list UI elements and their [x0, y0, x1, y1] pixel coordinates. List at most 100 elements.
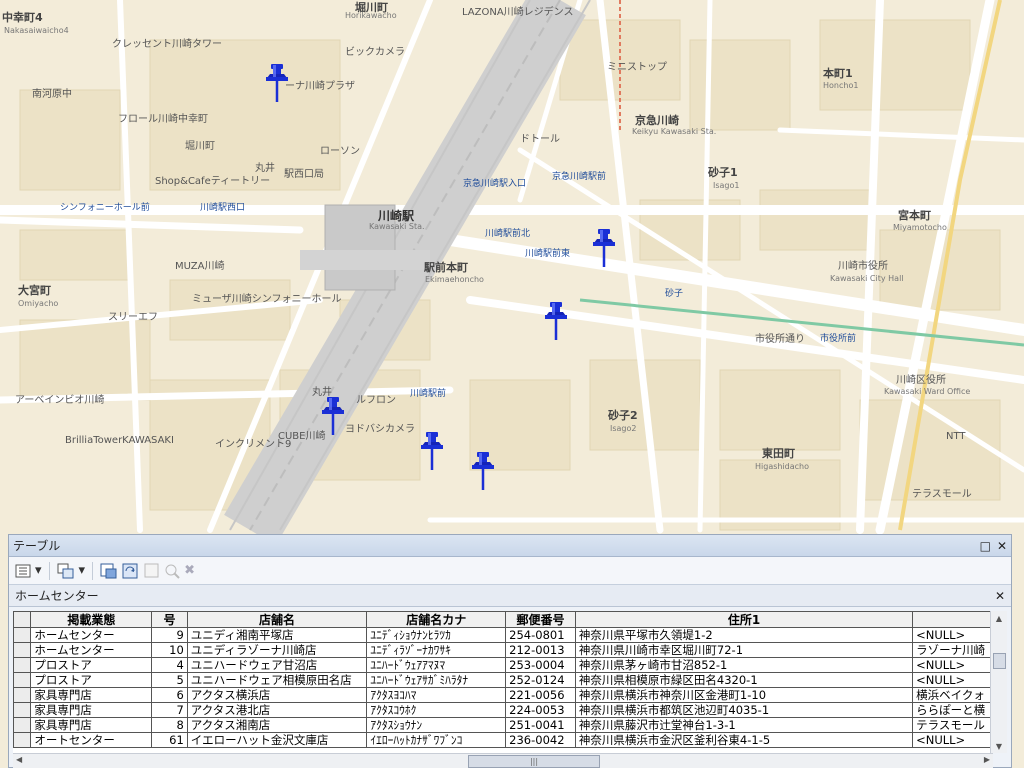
- column-header[interactable]: 店舗名カナ: [366, 611, 507, 628]
- delete-selected-icon[interactable]: ✖: [184, 561, 195, 581]
- table-cell[interactable]: イエローハット金沢文庫店: [186, 732, 368, 748]
- row-selector[interactable]: [13, 657, 32, 673]
- table-cell[interactable]: 252-0124: [505, 672, 576, 688]
- table-options-icon[interactable]: [15, 561, 31, 581]
- scroll-thumb[interactable]: [993, 653, 1006, 669]
- table-cell[interactable]: 家具専門店: [30, 687, 153, 703]
- table-cell[interactable]: ﾕﾆﾊｰﾄﾞｳｪｱｻｶﾞﾐﾊﾗﾀﾅ: [366, 672, 507, 688]
- table-row[interactable]: 家具専門店 6 アクタス横浜店 ｱｸﾀｽﾖｺﾊﾏ 221-0056 神奈川県横浜市神奈川区…: [13, 687, 993, 703]
- pushpin-icon[interactable]: [264, 62, 290, 104]
- table-cell[interactable]: 神奈川県藤沢市辻堂神台1-3-1: [574, 717, 914, 733]
- table-cell[interactable]: <NULL>: [912, 672, 993, 688]
- row-selector-header[interactable]: [13, 611, 32, 628]
- table-cell[interactable]: 236-0042: [505, 732, 576, 748]
- table-cell[interactable]: ｲｴﾛｰﾊｯﾄｶﾅｻﾞﾜﾌﾞﾝｺ: [366, 732, 507, 748]
- table-cell[interactable]: 10: [151, 642, 188, 658]
- row-selector[interactable]: [13, 687, 32, 703]
- column-header[interactable]: 郵便番号: [505, 611, 576, 628]
- row-selector[interactable]: [13, 672, 32, 688]
- row-selector[interactable]: [13, 717, 32, 733]
- column-header[interactable]: 住所1: [574, 611, 914, 628]
- table-cell[interactable]: ユニディラゾーナ川崎店: [186, 642, 368, 658]
- table-cell[interactable]: 神奈川県川崎市幸区堀川町72-1: [574, 642, 914, 658]
- table-cell[interactable]: <NULL>: [912, 657, 993, 673]
- table-cell[interactable]: <NULL>: [912, 732, 993, 748]
- table-cell[interactable]: オートセンター: [30, 732, 153, 748]
- table-cell[interactable]: 221-0056: [505, 687, 576, 703]
- related-tables-icon[interactable]: [57, 561, 75, 581]
- table-cell[interactable]: ホームセンター: [30, 627, 153, 643]
- pushpin-icon[interactable]: [591, 227, 617, 269]
- table-cell[interactable]: 家具専門店: [30, 702, 153, 718]
- column-header[interactable]: 号: [151, 611, 188, 628]
- zoom-to-selected-icon[interactable]: [164, 561, 180, 581]
- scroll-right-icon[interactable]: ▶: [984, 755, 990, 764]
- row-selector[interactable]: [13, 732, 32, 748]
- row-selector[interactable]: [13, 642, 32, 658]
- table-cell[interactable]: ららぽーと横: [912, 702, 993, 718]
- scroll-thumb[interactable]: |||: [468, 755, 600, 768]
- table-cell[interactable]: ラゾーナ川崎: [912, 642, 993, 658]
- table-cell[interactable]: プロストア: [30, 672, 153, 688]
- horizontal-scrollbar[interactable]: ◀ ||| ▶: [13, 753, 993, 768]
- table-cell[interactable]: ユニディ湘南平塚店: [186, 627, 368, 643]
- table-cell[interactable]: プロストア: [30, 657, 153, 673]
- table-cell[interactable]: 4: [151, 657, 188, 673]
- attribute-table[interactable]: 掲載業態 号 店舗名 店舗名カナ 郵便番号 住所1 ホームセンター 9 ユニディ湘南…: [13, 611, 993, 753]
- table-cell[interactable]: ｱｸﾀｽｺｳﾎｸ: [366, 702, 507, 718]
- table-cell[interactable]: <NULL>: [912, 627, 993, 643]
- table-cell[interactable]: 神奈川県横浜市都筑区池辺町4035-1: [574, 702, 914, 718]
- table-cell[interactable]: 61: [151, 732, 188, 748]
- table-cell[interactable]: 神奈川県平塚市久領堤1-2: [574, 627, 914, 643]
- row-selector[interactable]: [13, 627, 32, 643]
- table-cell[interactable]: ﾕﾆﾊｰﾄﾞｳｪｱｱﾏﾇﾏ: [366, 657, 507, 673]
- table-cell[interactable]: 254-0801: [505, 627, 576, 643]
- close-icon[interactable]: ✕: [997, 539, 1007, 553]
- table-row[interactable]: オートセンター 61 イエローハット金沢文庫店 ｲｴﾛｰﾊｯﾄｶﾅｻﾞﾜﾌﾞﾝｺ 236…: [13, 732, 993, 748]
- table-cell[interactable]: 212-0013: [505, 642, 576, 658]
- scroll-down-icon[interactable]: ▼: [991, 739, 1007, 753]
- table-cell[interactable]: ユニハードウェア甘沼店: [186, 657, 368, 673]
- table-cell[interactable]: 253-0004: [505, 657, 576, 673]
- switch-selection-icon[interactable]: [122, 561, 140, 581]
- table-cell[interactable]: 9: [151, 627, 188, 643]
- pushpin-icon[interactable]: [419, 430, 445, 472]
- table-cell[interactable]: 7: [151, 702, 188, 718]
- row-selector[interactable]: [13, 702, 32, 718]
- table-row[interactable]: プロストア 5 ユニハードウェア相模原田名店 ﾕﾆﾊｰﾄﾞｳｪｱｻｶﾞﾐﾊﾗﾀﾅ 252…: [13, 672, 993, 688]
- table-cell[interactable]: 224-0053: [505, 702, 576, 718]
- table-cell[interactable]: 251-0041: [505, 717, 576, 733]
- tab-close-icon[interactable]: ✕: [995, 589, 1005, 603]
- table-tab[interactable]: ホームセンター ✕: [9, 585, 1011, 607]
- table-cell[interactable]: 神奈川県横浜市金沢区釜利谷東4-1-5: [574, 732, 914, 748]
- pushpin-icon[interactable]: [320, 395, 346, 437]
- clear-selection-icon[interactable]: [144, 561, 160, 581]
- table-window-titlebar[interactable]: テーブル □ ✕: [9, 535, 1011, 557]
- dropdown-arrow-icon[interactable]: ▾: [35, 561, 42, 581]
- table-cell[interactable]: テラスモール: [912, 717, 993, 733]
- table-row[interactable]: 家具専門店 7 アクタス港北店 ｱｸﾀｽｺｳﾎｸ 224-0053 神奈川県横浜市都筑区池…: [13, 702, 993, 718]
- select-by-attributes-icon[interactable]: [100, 561, 118, 581]
- table-cell[interactable]: アクタス横浜店: [186, 687, 368, 703]
- table-cell[interactable]: 横浜ベイクォ: [912, 687, 993, 703]
- table-cell[interactable]: 神奈川県相模原市緑区田名4320-1: [574, 672, 914, 688]
- column-header[interactable]: 掲載業態: [30, 611, 153, 628]
- table-cell[interactable]: 神奈川県茅ヶ崎市甘沼852-1: [574, 657, 914, 673]
- table-row[interactable]: ホームセンター 10 ユニディラゾーナ川崎店 ﾕﾆﾃﾞｨﾗｿﾞｰﾅｶﾜｻｷ 212-00…: [13, 642, 993, 658]
- table-cell[interactable]: ｱｸﾀｽﾖｺﾊﾏ: [366, 687, 507, 703]
- pushpin-icon[interactable]: [543, 300, 569, 342]
- pushpin-icon[interactable]: [470, 450, 496, 492]
- table-cell[interactable]: 神奈川県横浜市神奈川区金港町1-10: [574, 687, 914, 703]
- table-cell[interactable]: ユニハードウェア相模原田名店: [186, 672, 368, 688]
- column-header[interactable]: 店舗名: [186, 611, 368, 628]
- table-cell[interactable]: ﾕﾆﾃﾞｨｼｮｳﾅﾝﾋﾗﾂｶ: [366, 627, 507, 643]
- dropdown-arrow-icon[interactable]: ▾: [79, 561, 86, 581]
- table-cell[interactable]: アクタス湘南店: [186, 717, 368, 733]
- table-row[interactable]: プロストア 4 ユニハードウェア甘沼店 ﾕﾆﾊｰﾄﾞｳｪｱｱﾏﾇﾏ 253-0004 神奈…: [13, 657, 993, 673]
- table-cell[interactable]: 6: [151, 687, 188, 703]
- table-cell[interactable]: ﾕﾆﾃﾞｨﾗｿﾞｰﾅｶﾜｻｷ: [366, 642, 507, 658]
- table-window[interactable]: テーブル □ ✕ ▾ ▾ ✖ ホームセンター ✕ 掲載業態 号 店舗名 店舗名カ…: [8, 534, 1012, 768]
- table-cell[interactable]: 家具専門店: [30, 717, 153, 733]
- table-row[interactable]: ホームセンター 9 ユニディ湘南平塚店 ﾕﾆﾃﾞｨｼｮｳﾅﾝﾋﾗﾂｶ 254-0801 神…: [13, 627, 993, 643]
- table-cell[interactable]: ホームセンター: [30, 642, 153, 658]
